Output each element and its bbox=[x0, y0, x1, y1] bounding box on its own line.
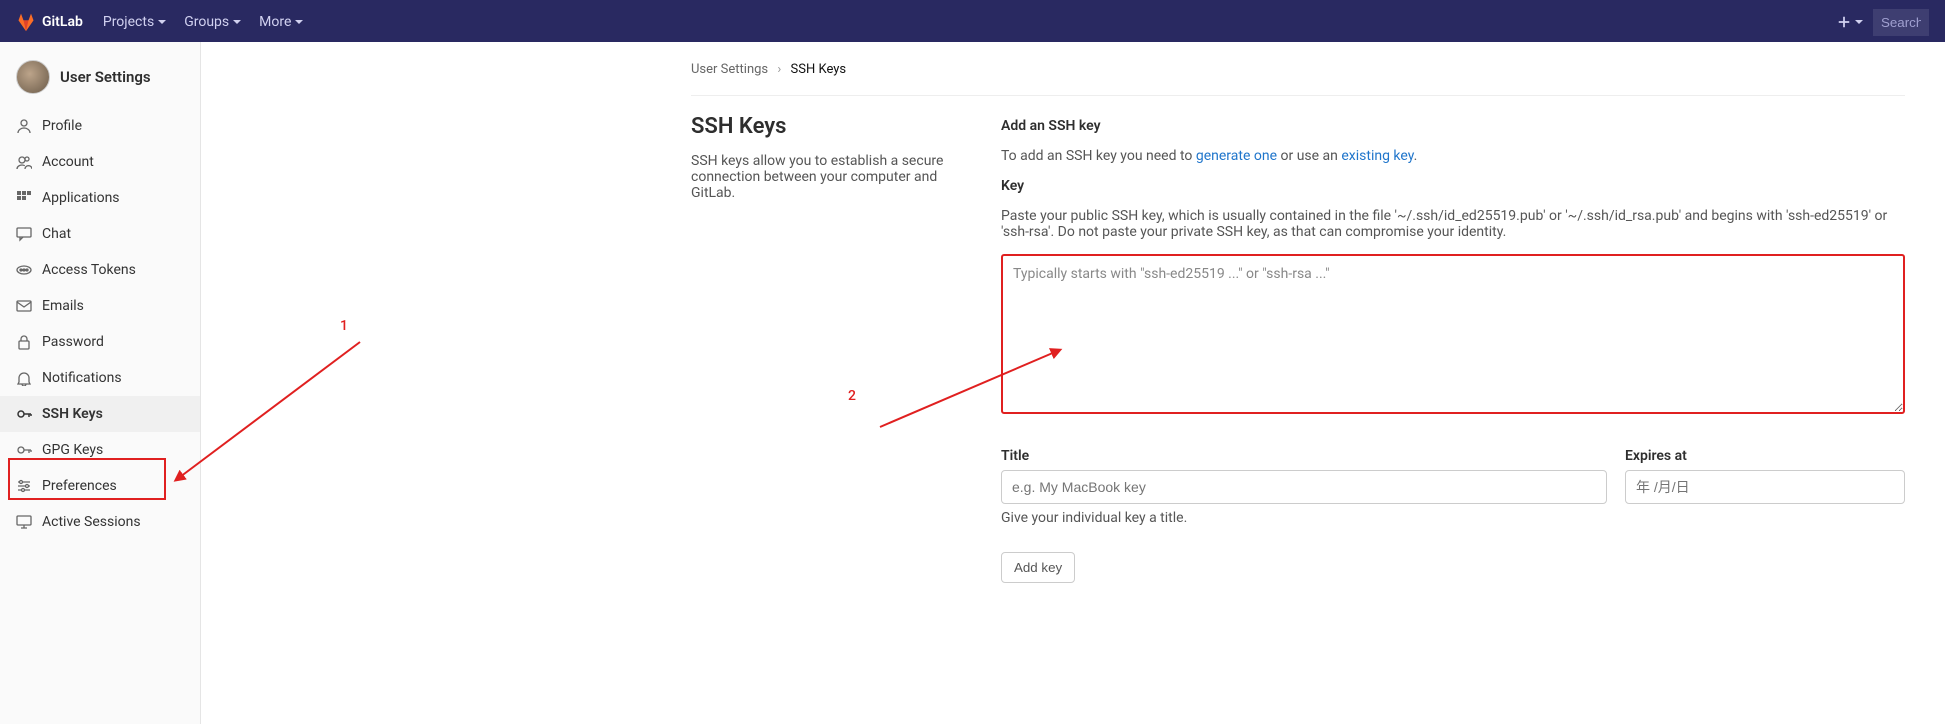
lock-icon bbox=[16, 334, 32, 350]
sidebar-item-password[interactable]: Password bbox=[0, 324, 200, 360]
top-navbar: GitLab Projects Groups More bbox=[0, 0, 1945, 42]
bell-icon bbox=[16, 370, 32, 386]
sidebar-item-label: GPG Keys bbox=[42, 442, 103, 458]
plus-icon bbox=[1837, 15, 1851, 29]
title-hint: Give your individual key a title. bbox=[1001, 510, 1607, 526]
add-key-button[interactable]: Add key bbox=[1001, 552, 1075, 583]
sidebar: User Settings Profile Account Applicatio… bbox=[0, 42, 201, 724]
brand-label: GitLab bbox=[42, 14, 83, 30]
add-key-text-mid: or use an bbox=[1277, 148, 1341, 164]
sidebar-item-label: Profile bbox=[42, 118, 82, 134]
sidebar-item-label: Preferences bbox=[42, 478, 117, 494]
grid-icon bbox=[16, 190, 32, 206]
expires-label: Expires at bbox=[1625, 448, 1905, 464]
sidebar-item-ssh-keys[interactable]: SSH Keys bbox=[0, 396, 200, 432]
breadcrumb-parent[interactable]: User Settings bbox=[691, 62, 768, 77]
breadcrumb: User Settings › SSH Keys bbox=[691, 62, 1905, 96]
sidebar-item-access-tokens[interactable]: Access Tokens bbox=[0, 252, 200, 288]
sidebar-item-applications[interactable]: Applications bbox=[0, 180, 200, 216]
add-key-heading: Add an SSH key bbox=[1001, 118, 1905, 134]
new-menu[interactable] bbox=[1837, 15, 1863, 29]
key-icon bbox=[16, 406, 32, 422]
user-icon bbox=[16, 118, 32, 134]
sidebar-item-label: Active Sessions bbox=[42, 514, 141, 530]
breadcrumb-current: SSH Keys bbox=[791, 62, 847, 77]
nav-groups[interactable]: Groups bbox=[184, 14, 241, 30]
search-input[interactable] bbox=[1873, 9, 1929, 36]
chevron-right-icon: › bbox=[777, 62, 781, 77]
chevron-down-icon bbox=[233, 20, 241, 24]
sidebar-item-preferences[interactable]: Preferences bbox=[0, 468, 200, 504]
ssh-key-textarea[interactable] bbox=[1001, 254, 1905, 414]
nav-more[interactable]: More bbox=[259, 14, 303, 30]
expires-input[interactable] bbox=[1625, 470, 1905, 504]
sidebar-item-notifications[interactable]: Notifications bbox=[0, 360, 200, 396]
sidebar-item-label: Notifications bbox=[42, 370, 122, 386]
sidebar-item-label: Applications bbox=[42, 190, 120, 206]
chevron-down-icon bbox=[158, 20, 166, 24]
sidebar-item-label: Chat bbox=[42, 226, 71, 242]
sidebar-item-profile[interactable]: Profile bbox=[0, 108, 200, 144]
add-key-text-pre: To add an SSH key you need to bbox=[1001, 148, 1196, 164]
sidebar-item-account[interactable]: Account bbox=[0, 144, 200, 180]
sidebar-item-label: Emails bbox=[42, 298, 84, 314]
sidebar-item-label: Account bbox=[42, 154, 94, 170]
key-icon bbox=[16, 442, 32, 458]
page-description: SSH keys allow you to establish a secure… bbox=[691, 153, 961, 201]
key-hint: Paste your public SSH key, which is usua… bbox=[1001, 208, 1905, 240]
brand[interactable]: GitLab bbox=[16, 12, 83, 32]
mail-icon bbox=[16, 298, 32, 314]
existing-key-link[interactable]: existing key bbox=[1341, 148, 1413, 164]
key-label: Key bbox=[1001, 178, 1905, 194]
add-key-text: To add an SSH key you need to generate o… bbox=[1001, 148, 1905, 164]
sidebar-item-label: SSH Keys bbox=[42, 406, 103, 422]
sidebar-item-chat[interactable]: Chat bbox=[0, 216, 200, 252]
chevron-down-icon bbox=[1855, 20, 1863, 24]
chevron-down-icon bbox=[295, 20, 303, 24]
sliders-icon bbox=[16, 478, 32, 494]
sidebar-item-emails[interactable]: Emails bbox=[0, 288, 200, 324]
chat-icon bbox=[16, 226, 32, 242]
nav-groups-label: Groups bbox=[184, 14, 229, 30]
sidebar-item-label: Access Tokens bbox=[42, 262, 136, 278]
token-icon bbox=[16, 262, 32, 278]
nav-more-label: More bbox=[259, 14, 291, 30]
main-content: User Settings › SSH Keys SSH Keys SSH ke… bbox=[201, 42, 1945, 724]
nav-projects-label: Projects bbox=[103, 14, 154, 30]
avatar bbox=[16, 60, 50, 94]
monitor-icon bbox=[16, 514, 32, 530]
generate-one-link[interactable]: generate one bbox=[1196, 148, 1277, 164]
nav-projects[interactable]: Projects bbox=[103, 14, 166, 30]
sidebar-item-label: Password bbox=[42, 334, 104, 350]
title-input[interactable] bbox=[1001, 470, 1607, 504]
sidebar-title: User Settings bbox=[60, 68, 151, 86]
sidebar-item-active-sessions[interactable]: Active Sessions bbox=[0, 504, 200, 540]
sidebar-item-gpg-keys[interactable]: GPG Keys bbox=[0, 432, 200, 468]
account-icon bbox=[16, 154, 32, 170]
page-title: SSH Keys bbox=[691, 114, 961, 139]
title-label: Title bbox=[1001, 448, 1607, 464]
gitlab-logo-icon bbox=[16, 12, 36, 32]
